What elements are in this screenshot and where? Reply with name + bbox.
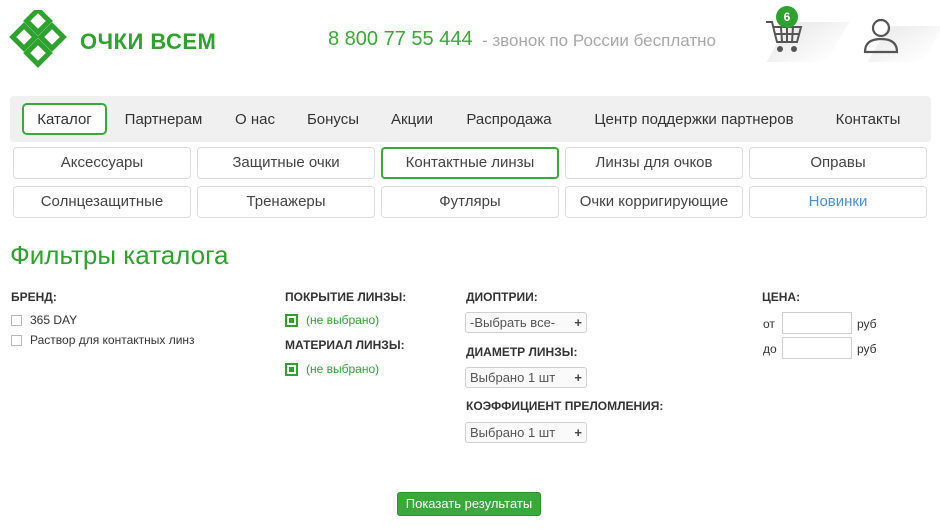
price-to-currency: руб [857,342,877,356]
diopters-filter-label: ДИОПТРИИ: [466,290,538,304]
plus-icon: + [574,315,582,330]
checkbox[interactable] [11,334,22,346]
refraction-filter-label: КОЭФФИЦИЕНТ ПРЕЛОМЛЕНИЯ: [466,399,664,413]
material-option-label: (не выбрано) [306,362,380,376]
category-sunglasses[interactable]: Солнцезащитные [13,186,191,218]
category-contact-lenses[interactable]: Контактные линзы [381,147,559,179]
category-eyeglass-lenses[interactable]: Линзы для очков [565,147,743,179]
page-title: Фильтры каталога [10,240,229,270]
price-to-input[interactable] [782,337,852,359]
diameter-filter-label: ДИАМЕТР ЛИНЗЫ: [466,345,578,359]
checkbox-checked[interactable] [285,362,298,376]
show-results-button[interactable]: Показать результаты [397,492,541,516]
category-trainers[interactable]: Тренажеры [197,186,375,218]
plus-icon: + [574,425,582,440]
diopters-select[interactable]: -Выбрать все- + [465,312,587,333]
price-from-label: от [763,317,775,331]
diameter-select-value: Выбрано 1 шт [470,370,556,385]
user-icon[interactable] [862,16,900,54]
price-from-input[interactable] [782,312,852,334]
cart-count-badge[interactable]: 6 [776,6,798,28]
refraction-select[interactable]: Выбрано 1 шт + [465,422,587,443]
category-cases[interactable]: Футляры [381,186,559,218]
price-filter-label: ЦЕНА: [762,290,801,304]
material-filter-label: МАТЕРИАЛ ЛИНЗЫ: [285,338,405,352]
nav-item-about[interactable]: О нас [224,103,286,135]
category-corrective-glasses[interactable]: Очки корригирующие [565,186,743,218]
phone-number[interactable]: 8 800 77 55 444 [328,28,473,51]
coating-option-none[interactable]: (не выбрано) [285,313,379,327]
logo-text[interactable]: ОЧКИ ВСЕМ [80,29,216,55]
main-nav: Каталог Партнерам О нас Бонусы Акции Рас… [10,96,931,142]
nav-item-sale[interactable]: Распродажа [457,103,561,135]
coating-option-label: (не выбрано) [306,313,380,327]
coating-filter-label: ПОКРЫТИЕ ЛИНЗЫ: [285,290,407,304]
diamond-lattice-logo-icon[interactable] [8,10,72,70]
price-to-label: до [763,342,777,356]
brand-option-solution[interactable]: Раствор для контактных линз [11,333,195,347]
brand-option-365day[interactable]: 365 DAY [11,313,77,327]
price-from-currency: руб [857,317,877,331]
category-accessories[interactable]: Аксессуары [13,147,191,179]
category-frames[interactable]: Оправы [749,147,927,179]
nav-item-partner-support[interactable]: Центр поддержки партнеров [578,103,810,135]
checkbox[interactable] [11,314,22,326]
category-new[interactable]: Новинки [749,186,927,218]
nav-item-partners[interactable]: Партнерам [116,103,211,135]
brand-option-label: Раствор для контактных линз [30,333,195,347]
brand-filter-label: БРЕНД: [11,290,57,304]
brand-option-label: 365 DAY [30,313,78,327]
diopters-select-value: -Выбрать все- [470,315,556,330]
material-option-none[interactable]: (не выбрано) [285,362,379,376]
nav-item-contacts[interactable]: Контакты [823,103,913,135]
site-header: ОЧКИ ВСЕМ 8 800 77 55 444 - звонок по Ро… [0,0,940,90]
checkbox-checked[interactable] [285,313,298,327]
phone-note: - звонок по России бесплатно [482,31,716,50]
plus-icon: + [574,370,582,385]
category-safety-glasses[interactable]: Защитные очки [197,147,375,179]
nav-item-promotions[interactable]: Акции [381,103,443,135]
nav-item-catalog[interactable]: Каталог [22,103,107,135]
refraction-select-value: Выбрано 1 шт [470,425,556,440]
diameter-select[interactable]: Выбрано 1 шт + [465,367,587,388]
nav-item-bonuses[interactable]: Бонусы [298,103,368,135]
